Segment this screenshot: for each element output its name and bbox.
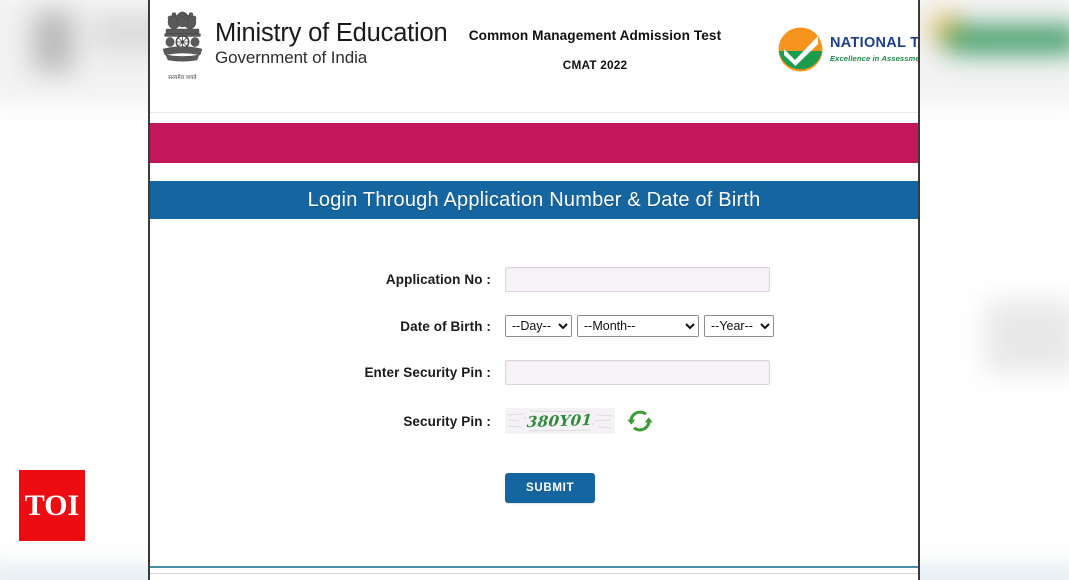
application-no-label: Application No :: [385, 272, 491, 287]
application-no-control: [505, 267, 918, 292]
security-pin-row: Security Pin : 380Y01: [150, 408, 918, 434]
security-pin-input[interactable]: [505, 360, 770, 385]
enter-security-pin-label: Enter Security Pin :: [364, 365, 491, 380]
submit-button[interactable]: SUBMIT: [505, 473, 596, 503]
ministry-text-block: Ministry of Education Government of Indi…: [215, 10, 448, 68]
application-no-input[interactable]: [505, 267, 770, 292]
footer-accent-line-secondary: [150, 573, 918, 574]
nta-title: NATIONAL TEST: [830, 35, 920, 52]
captcha-text: 380Y01: [526, 410, 594, 432]
submit-row: SUBMIT: [150, 473, 918, 503]
exam-title-block: Common Management Admission Test CMAT 20…: [450, 28, 740, 72]
login-title-bar: Login Through Application Number & Date …: [150, 181, 918, 219]
exam-full-name: Common Management Admission Test: [468, 28, 722, 43]
nta-wordmark: NATIONAL TEST Excellence in Assessment: [830, 35, 920, 63]
government-name: Government of India: [215, 47, 368, 67]
ministry-name: Ministry of Education: [215, 19, 448, 47]
captcha-control: 380Y01: [505, 408, 918, 434]
refresh-icon[interactable]: [627, 408, 653, 434]
application-no-row: Application No :: [150, 267, 918, 292]
submit-spacer: [150, 473, 505, 503]
security-pin-label: Security Pin :: [403, 413, 491, 429]
login-form: Application No : Date of Birth : --Day--…: [150, 219, 918, 580]
date-of-birth-label: Date of Birth :: [400, 318, 491, 334]
login-title: Login Through Application Number & Date …: [307, 188, 761, 211]
nta-login-page: सत्यमेव जयते Ministry of Education Gover…: [148, 0, 920, 580]
nta-mark-icon: [778, 27, 823, 72]
emblem-caption: सत्यमेव जयते: [168, 75, 197, 81]
enter-security-pin-row: Enter Security Pin :: [150, 360, 918, 385]
toi-watermark-label: TOI: [24, 488, 80, 522]
nta-logo: NATIONAL TEST Excellence in Assessment: [778, 27, 920, 72]
nta-tagline: Excellence in Assessment: [830, 53, 920, 63]
footer-accent-line: [150, 566, 918, 568]
dob-month-select[interactable]: --Month--: [577, 315, 699, 337]
site-header: सत्यमेव जयते Ministry of Education Gover…: [150, 0, 918, 113]
toi-watermark-logo: TOI: [19, 470, 85, 541]
magenta-nav-band: [150, 123, 918, 163]
dob-year-select[interactable]: --Year--: [704, 315, 774, 337]
exam-code: CMAT 2022: [562, 58, 628, 72]
ministry-branding: सत्यमेव जयते Ministry of Education Gover…: [159, 10, 448, 81]
dob-day-select[interactable]: --Day--: [505, 315, 572, 337]
date-of-birth-row: Date of Birth : --Day-- --Month-- --Year…: [150, 315, 918, 337]
band-gap: [150, 163, 918, 181]
backdrop-nta-words: [945, 27, 1069, 51]
enter-security-pin-control: [505, 360, 918, 385]
backdrop-toi-shape: [985, 300, 1069, 374]
backdrop-emblem-shape: [32, 11, 75, 72]
ashoka-emblem-icon: सत्यमेव जयते: [159, 10, 206, 81]
date-of-birth-control: --Day-- --Month-- --Year--: [505, 315, 918, 337]
captcha-image: 380Y01: [505, 408, 615, 434]
